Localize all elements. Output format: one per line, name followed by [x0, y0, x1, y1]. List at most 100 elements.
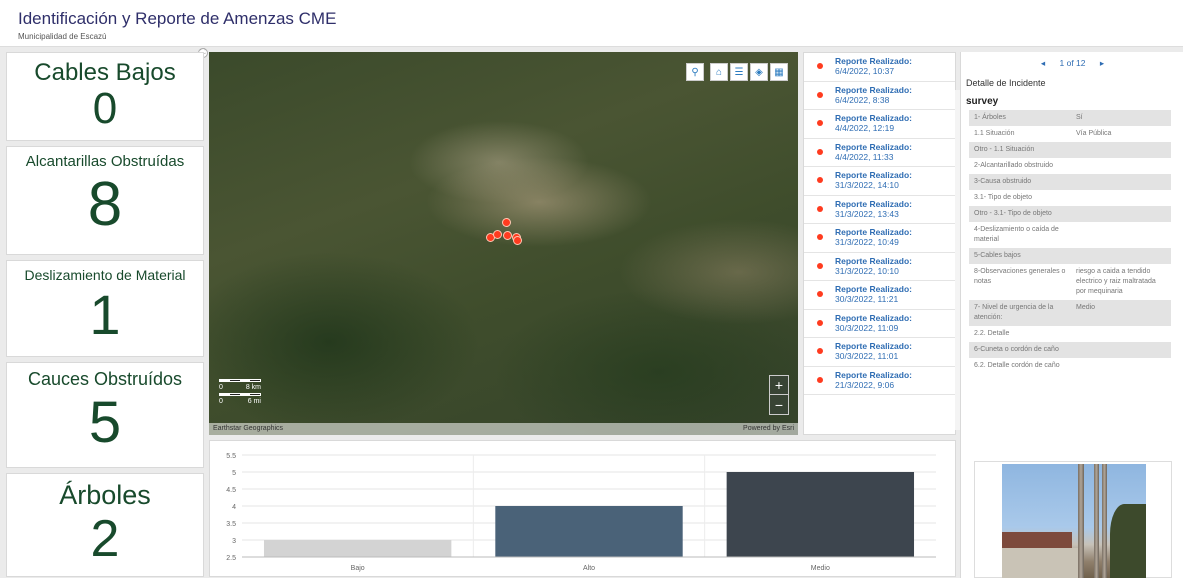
basemap-gallery-icon[interactable]: ▦ [770, 63, 788, 81]
attribute-name: 2.2. Detalle [974, 330, 1010, 337]
attribute-name: 1- Árboles [969, 110, 1071, 126]
home-icon[interactable]: ⌂ [710, 63, 728, 81]
attribution-source: Earthstar Geographics [213, 425, 284, 432]
attribute-name: 5-Cables bajos [969, 248, 1071, 264]
table-row: 6.2. Detalle cordón de caño [969, 358, 1171, 374]
previous-icon[interactable]: ◂ [1041, 58, 1045, 68]
report-dot-icon [817, 63, 823, 69]
table-row: Otro - 1.1 Situación [969, 142, 1171, 158]
list-item[interactable]: Reporte Realizado: 4/4/2022, 12:19 [804, 110, 955, 139]
report-date: 31/3/2022, 10:49 [835, 237, 899, 247]
bar-medio[interactable] [726, 472, 915, 557]
indicator-label: Alcantarillas Obstruídas [25, 153, 185, 170]
list-item[interactable]: Reporte Realizado: 30/3/2022, 11:01 [804, 338, 955, 367]
y-tick-label: 4 [232, 504, 236, 511]
attribute-value [1071, 142, 1171, 158]
tree-photo [1002, 464, 1146, 578]
attribute-name: 2-Alcantarillado obstruido [974, 162, 1053, 169]
table-row: 1.1 Situación Vía Pública [969, 126, 1171, 142]
attachment-photo[interactable] [974, 461, 1172, 578]
indicator-cables-bajos: Cables Bajos 0 [6, 52, 204, 141]
map-pin[interactable] [503, 231, 512, 240]
y-tick-label: 3.5 [226, 521, 236, 528]
zoom-control: + − [769, 375, 789, 415]
list-item[interactable]: Reporte Realizado: 21/3/2022, 9:06 [804, 367, 955, 395]
list-item[interactable]: Reporte Realizado: 31/3/2022, 10:49 [804, 224, 955, 253]
report-dot-icon [817, 148, 823, 155]
report-dot-icon [817, 91, 823, 98]
table-row: 2.2. Detalle [969, 326, 1171, 342]
list-item[interactable]: Reporte Realizado: 31/3/2022, 14:10 [804, 167, 955, 196]
bar-bajo[interactable] [263, 540, 452, 557]
next-icon[interactable]: ▸ [1100, 58, 1104, 68]
report-title: Reporte Realizado: [835, 113, 912, 123]
attribute-name: 6.2. Detalle cordón de caño [974, 362, 1060, 369]
map-view[interactable]: ⚲ ⌂ ☰ ◈ ▦ 08 km 06 mi + − Earthstar Geog… [209, 52, 798, 435]
y-tick-label: 2.5 [226, 555, 236, 562]
bar-alto[interactable] [495, 506, 683, 557]
table-row: 2-Alcantarillado obstruido [969, 158, 1171, 174]
attribution-powered-by[interactable]: Powered by Esri [743, 425, 794, 433]
list-item[interactable]: Reporte Realizado: 31/3/2022, 13:43 [804, 196, 955, 224]
list-item[interactable]: Reporte Realizado: 6/4/2022, 10:37 [804, 53, 955, 82]
attribute-name: Otro - 1.1 Situación [969, 142, 1071, 158]
report-date: 31/3/2022, 13:43 [835, 208, 899, 219]
list-item[interactable]: Reporte Realizado: 30/3/2022, 11:09 [804, 310, 955, 338]
attribute-name: 1.1 Situación [974, 130, 1015, 137]
report-title: Reporte Realizado: [835, 84, 912, 95]
attribute-value: Vía Pública [1076, 130, 1112, 137]
legend-icon[interactable]: ☰ [730, 63, 748, 81]
table-row: 7- Nivel de urgencia de la atención: Medi… [969, 300, 1171, 326]
incident-detail-panel: ◂ 1 of 12 ▸ Detalle de Incidente survey … [960, 52, 1183, 578]
report-title: Reporte Realizado: [835, 255, 912, 266]
indicator-arboles: Árboles 2 [6, 473, 204, 577]
map-pin[interactable] [493, 230, 502, 239]
attribute-value: Sí [1071, 110, 1171, 126]
attribute-value [1071, 222, 1171, 248]
list-item[interactable]: Reporte Realizado: 31/3/2022, 10:10 [804, 253, 955, 281]
attribute-name: 4-Deslizamiento o caída de material [974, 226, 1059, 243]
attribute-name: 8-Observaciones generales o notas [974, 268, 1066, 285]
list-item[interactable]: Reporte Realizado: 6/4/2022, 8:38 [804, 82, 955, 110]
attribute-value [1071, 206, 1171, 222]
report-date: 6/4/2022, 8:38 [835, 94, 890, 105]
zoom-out-button[interactable]: − [770, 395, 788, 414]
report-dot-icon [817, 205, 823, 212]
report-date: 4/4/2022, 12:19 [835, 123, 895, 133]
attribute-value [1071, 342, 1171, 358]
search-icon[interactable]: ⚲ [686, 63, 704, 81]
attribute-table: 1- Árboles Sí 1.1 Situación Vía Pública Otro… [969, 110, 1171, 374]
zoom-in-button[interactable]: + [770, 376, 788, 395]
detail-title: Detalle de Incidente [966, 78, 1046, 88]
layers-icon[interactable]: ◈ [750, 63, 768, 81]
attribute-value: Medio [1071, 300, 1171, 326]
chart-svg: 2.5 3 3.5 4 4.5 5 5.5 Bajo Alto Medio [226, 453, 936, 572]
report-date: 4/4/2022, 11:33 [835, 151, 894, 162]
attribute-value [1071, 158, 1171, 174]
report-title: Reporte Realizado: [835, 227, 912, 237]
report-dot-icon [817, 262, 823, 269]
report-title: Reporte Realizado: [835, 312, 912, 323]
report-dot-icon [817, 120, 823, 126]
urgency-bar-chart: 2.5 3 3.5 4 4.5 5 5.5 Bajo Alto Medio [209, 440, 956, 577]
app-header: Identificación y Reporte de Amenzas CME … [0, 0, 1183, 47]
list-item[interactable]: Reporte Realizado: 30/3/2022, 11:21 [804, 281, 955, 310]
indicator-value: 5 [88, 390, 122, 455]
indicator-value: 1 [89, 283, 121, 346]
report-date: 21/3/2022, 9:06 [835, 379, 895, 390]
report-list: Reporte Realizado: 6/4/2022, 10:37 Reporte… [803, 52, 956, 435]
report-date: 30/3/2022, 11:01 [835, 351, 899, 361]
attribute-name: Otro - 3.1- Tipo de objeto [969, 206, 1071, 222]
survey-title: survey [966, 96, 999, 107]
x-tick-label: Alto [583, 565, 595, 572]
attribute-value: riesgo a caida a tendido electrico y rai… [1076, 268, 1156, 295]
report-dot-icon [817, 177, 823, 183]
list-item[interactable]: Reporte Realizado: 4/4/2022, 11:33 [804, 139, 955, 167]
map-pin[interactable] [513, 236, 522, 245]
indicator-cauces: Cauces Obstruídos 5 [6, 362, 204, 468]
report-date: 31/3/2022, 10:10 [835, 265, 899, 276]
report-dot-icon [817, 376, 823, 383]
report-dot-icon [817, 234, 823, 240]
attribute-value [1071, 358, 1171, 374]
map-pin[interactable] [502, 218, 511, 227]
